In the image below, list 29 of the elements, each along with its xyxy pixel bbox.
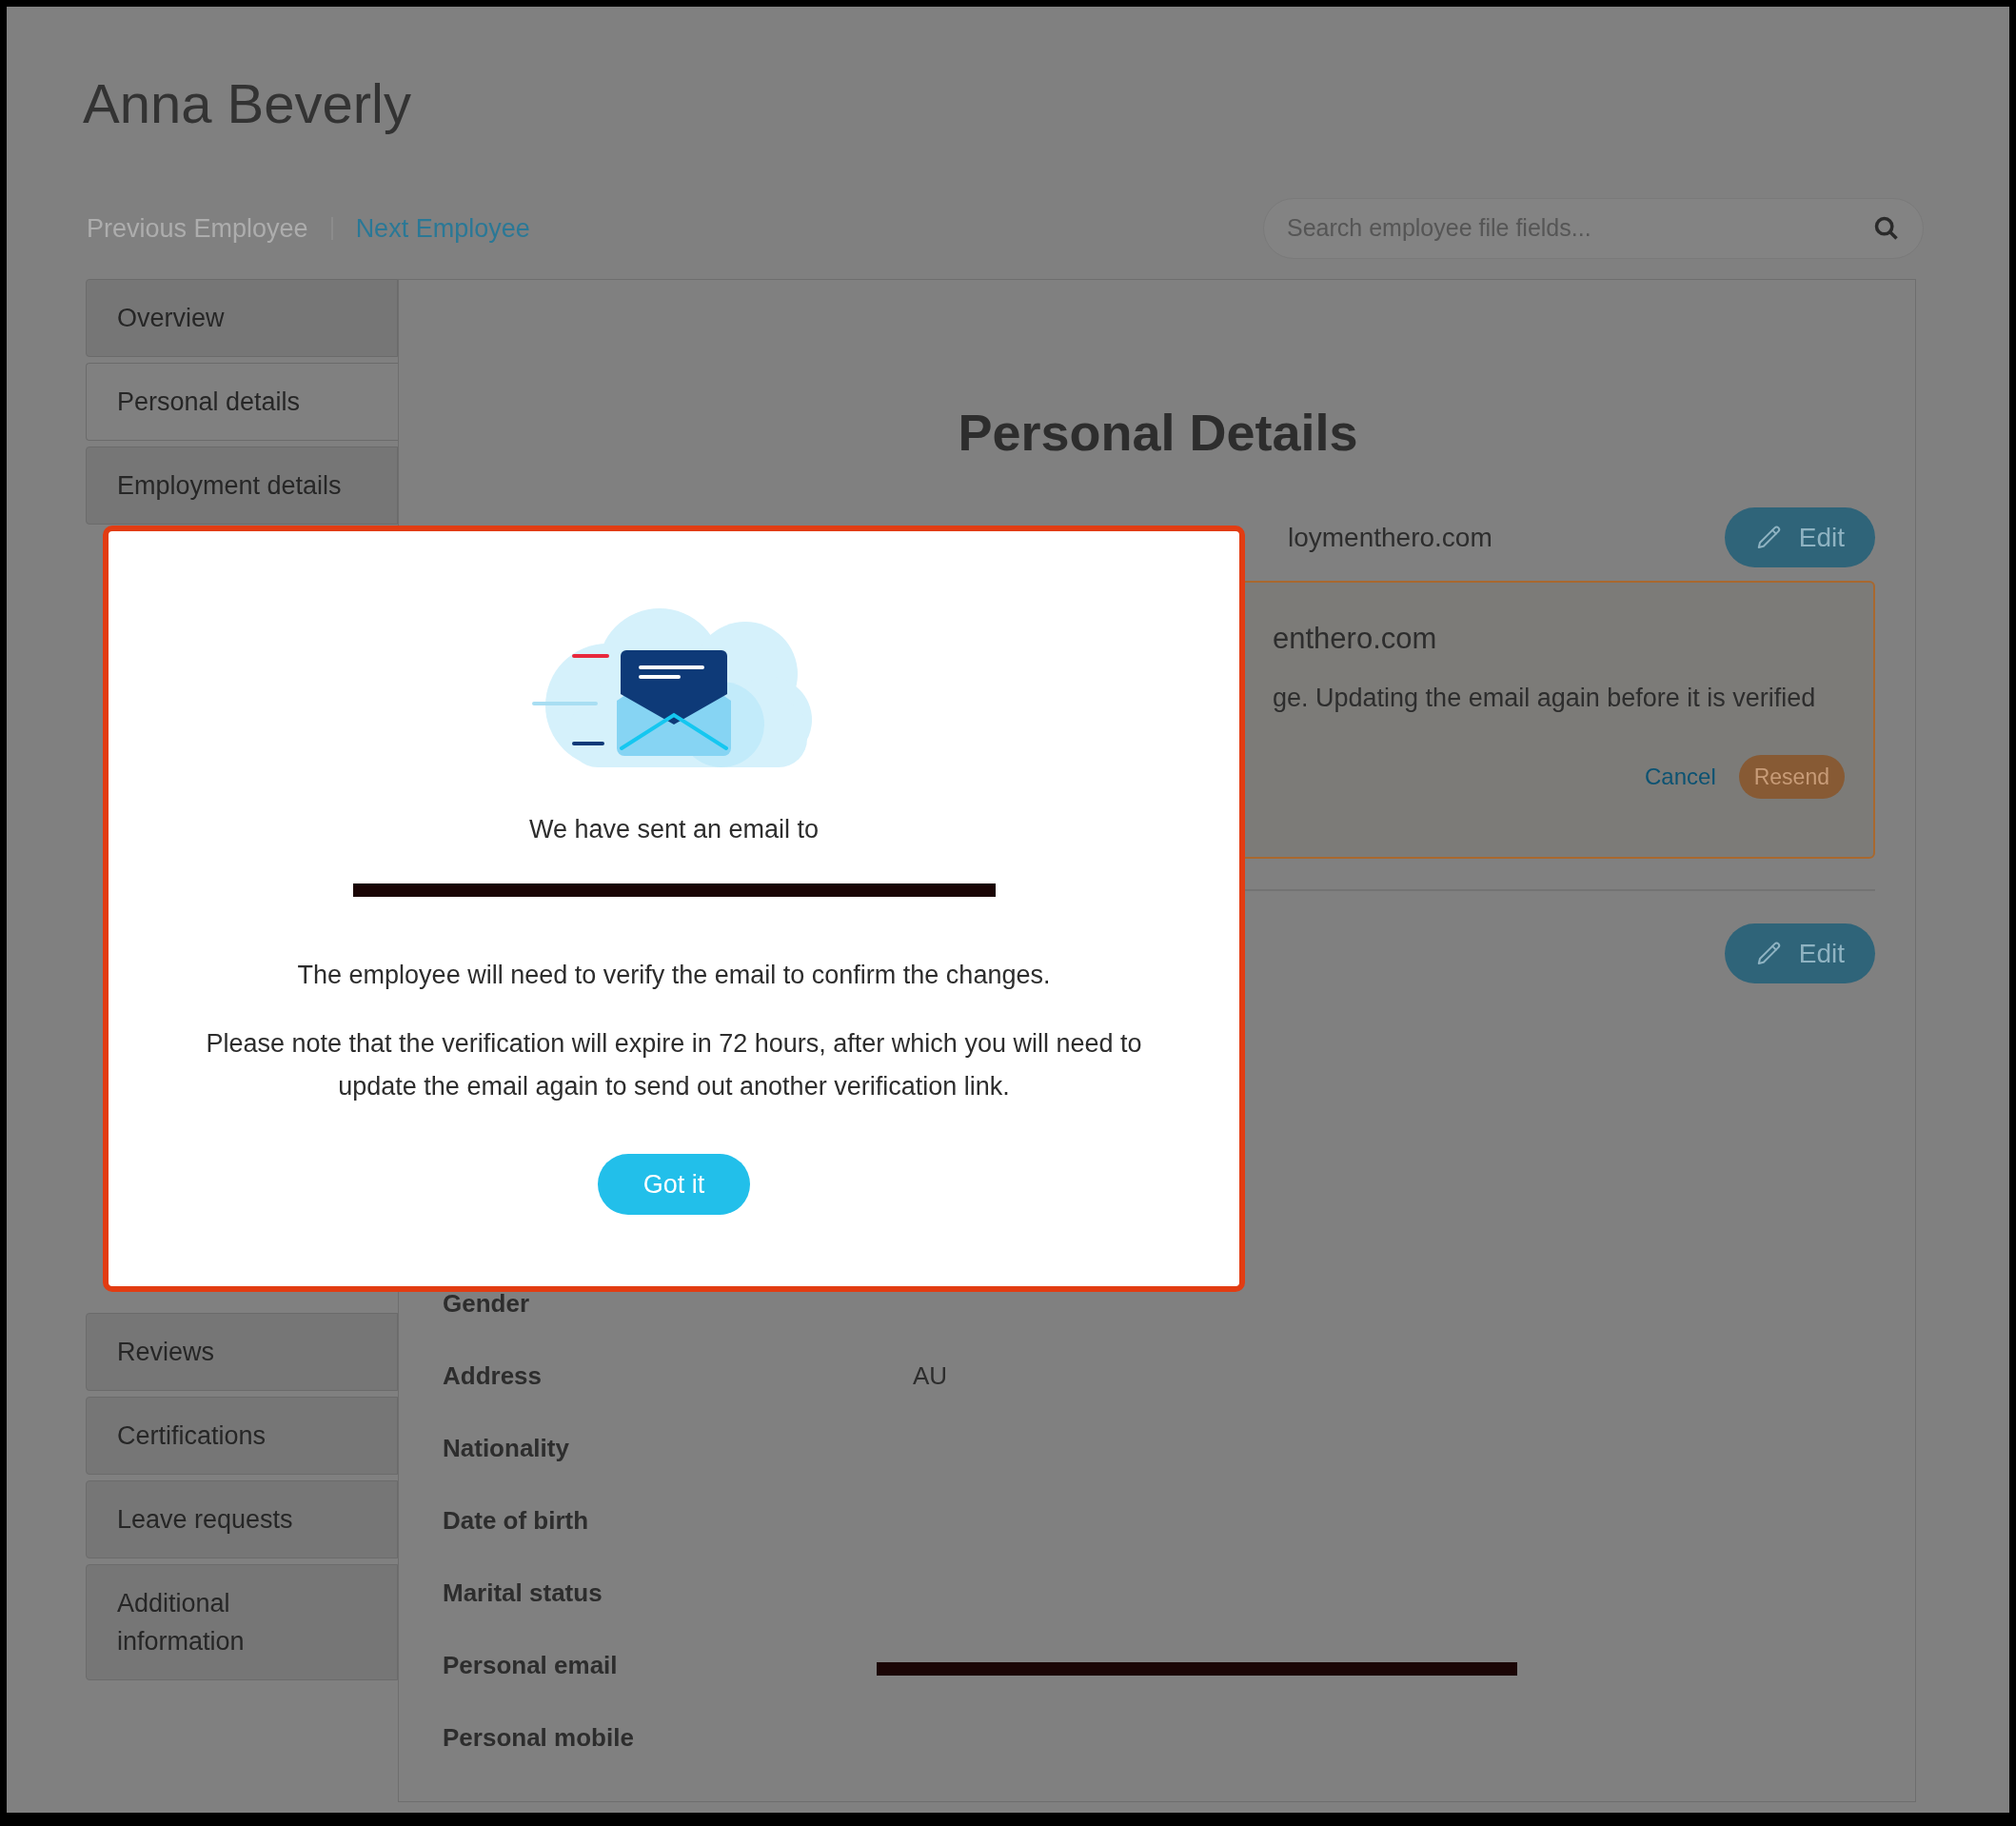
pending-message: ge. Updating the email again before it is verified	[1273, 682, 1817, 714]
dialog-intro: We have sent an email to	[528, 814, 820, 845]
field-label: Gender	[443, 1287, 531, 1320]
pending-email: enthero.com	[1273, 621, 1438, 657]
dialog-message: The employee will need to verify the email to confirm the changes.	[297, 959, 1051, 991]
section-title: Personal Details	[957, 403, 1359, 463]
edit-button[interactable]: Edit	[1724, 507, 1875, 567]
email-value: loymenthero.com	[1288, 521, 1492, 554]
sidebar-tab[interactable]: Additional information	[86, 1564, 398, 1680]
got-it-button[interactable]: Got it	[598, 1154, 750, 1215]
resend-button[interactable]: Resend	[1738, 755, 1845, 799]
field-label: Personal email	[443, 1649, 619, 1681]
sidebar-tab[interactable]: Reviews	[86, 1313, 398, 1391]
sidebar-tab[interactable]: Certifications	[86, 1397, 398, 1475]
edit-button[interactable]: Edit	[1724, 923, 1875, 983]
sidebar-tab[interactable]: Overview	[86, 279, 398, 357]
employee-name: Anna Beverly	[83, 71, 412, 136]
cancel-link[interactable]: Cancel	[1645, 760, 1716, 794]
field-label: Personal mobile	[443, 1721, 635, 1754]
sidebar-tab[interactable]: Employment details	[86, 447, 398, 525]
search-icon[interactable]	[1873, 215, 1900, 242]
sidebar-tab[interactable]: Personal details	[86, 363, 398, 441]
sidebar-tab[interactable]: Leave requests	[86, 1480, 398, 1558]
field-label: Marital status	[443, 1577, 603, 1609]
field-label: Address	[443, 1360, 544, 1392]
dialog-note: Please note that the verification will expire in 72 hours, after which you will need to update the email again to send out another verification link.	[205, 1028, 1143, 1102]
field-label: Nationality	[443, 1432, 570, 1464]
field-value: AU	[913, 1360, 948, 1392]
field-label: Date of birth	[443, 1504, 590, 1537]
